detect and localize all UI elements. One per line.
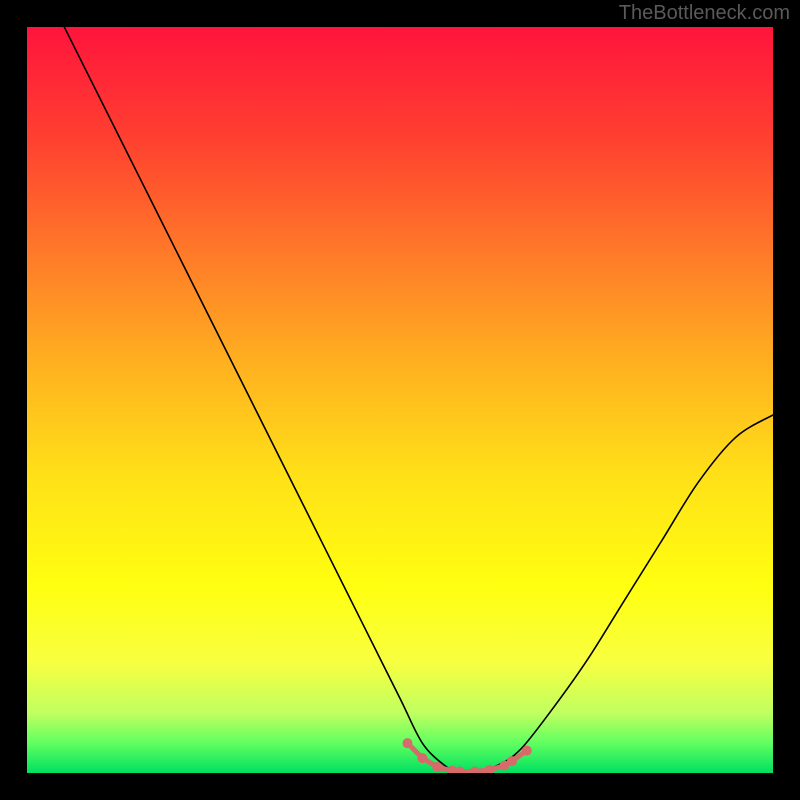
- bottleneck-curve: [27, 27, 773, 773]
- attribution-text: TheBottleneck.com: [619, 2, 790, 25]
- chart-plot-area: [27, 27, 773, 773]
- optimal-range-markers: [27, 27, 773, 773]
